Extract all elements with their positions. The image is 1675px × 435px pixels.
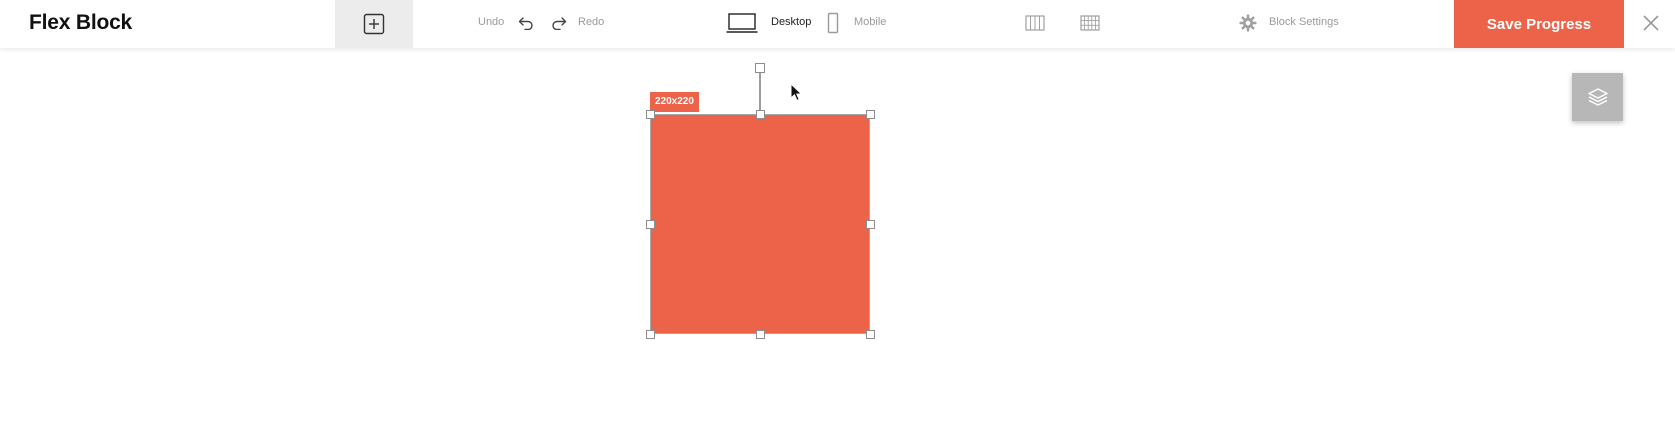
undo-button[interactable] bbox=[516, 14, 536, 32]
resize-handle-top[interactable] bbox=[756, 110, 765, 119]
add-element-button[interactable] bbox=[335, 0, 413, 48]
redo-arrow-icon bbox=[552, 17, 567, 30]
desktop-view-button[interactable] bbox=[725, 11, 759, 35]
mouse-pointer-icon bbox=[790, 83, 803, 102]
undo-label[interactable]: Undo bbox=[478, 16, 504, 28]
grid-button[interactable] bbox=[1079, 13, 1101, 33]
resize-handle-top-left[interactable] bbox=[646, 110, 655, 119]
phone-icon bbox=[827, 12, 839, 34]
block-settings-label[interactable]: Block Settings bbox=[1269, 16, 1339, 28]
layers-icon bbox=[1587, 88, 1608, 106]
mobile-view-label[interactable]: Mobile bbox=[854, 16, 886, 28]
desktop-view-label[interactable]: Desktop bbox=[771, 16, 811, 28]
close-button[interactable] bbox=[1640, 12, 1662, 34]
redo-label[interactable]: Redo bbox=[578, 16, 604, 28]
plus-square-icon bbox=[363, 13, 385, 35]
column-grid-icon bbox=[1025, 15, 1045, 31]
undo-arrow-icon bbox=[518, 17, 533, 30]
block-settings-button[interactable] bbox=[1238, 13, 1258, 33]
column-guides-button[interactable] bbox=[1024, 13, 1046, 33]
laptop-icon bbox=[726, 13, 758, 33]
rotate-handle[interactable] bbox=[755, 63, 765, 73]
mobile-view-button[interactable] bbox=[826, 11, 840, 35]
block-size-badge: 220x220 bbox=[650, 92, 699, 112]
close-icon bbox=[1643, 15, 1659, 31]
rotate-handle-line bbox=[759, 68, 761, 114]
selected-block[interactable] bbox=[650, 114, 870, 334]
gear-icon bbox=[1239, 14, 1257, 32]
layers-button[interactable] bbox=[1572, 73, 1623, 121]
resize-handle-top-right[interactable] bbox=[866, 110, 875, 119]
top-toolbar: Flex Block Undo Redo Desktop Mobile Bloc… bbox=[0, 0, 1675, 48]
redo-button[interactable] bbox=[549, 14, 569, 32]
resize-handle-bottom[interactable] bbox=[756, 330, 765, 339]
save-progress-button[interactable]: Save Progress bbox=[1454, 0, 1624, 48]
grid-icon bbox=[1080, 15, 1100, 31]
app-title: Flex Block bbox=[29, 11, 133, 34]
resize-handle-bottom-left[interactable] bbox=[646, 330, 655, 339]
selected-block-wrapper: 220x220 bbox=[646, 63, 875, 339]
resize-handle-bottom-right[interactable] bbox=[866, 330, 875, 339]
resize-handle-left[interactable] bbox=[646, 220, 655, 229]
resize-handle-right[interactable] bbox=[866, 220, 875, 229]
